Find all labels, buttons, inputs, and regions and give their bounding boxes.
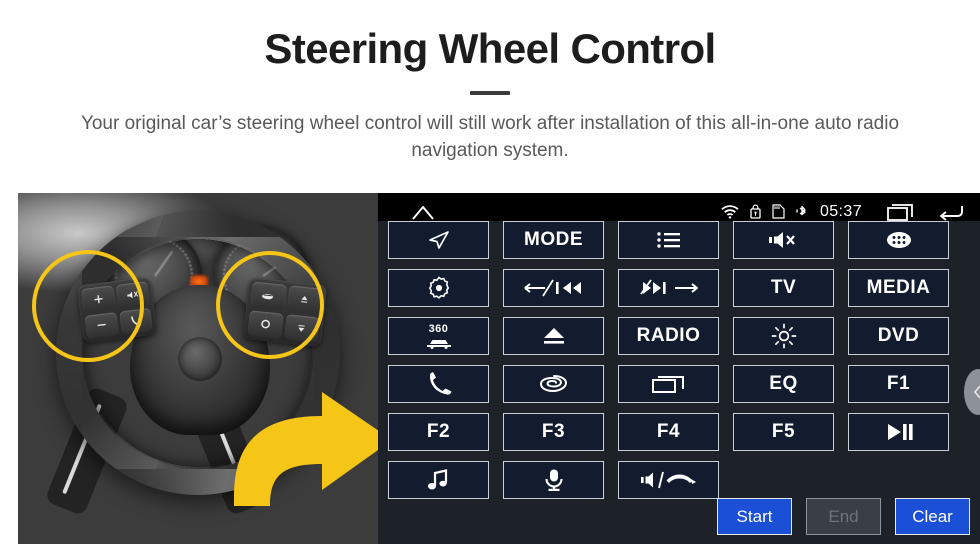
steering-wheel-photo <box>18 193 378 544</box>
airbag-center <box>178 337 222 381</box>
title-divider <box>470 91 510 96</box>
header: Steering Wheel Control Your original car… <box>0 0 980 165</box>
page-subtitle: Your original car’s steering wheel contr… <box>80 113 900 162</box>
clear-button[interactable]: Clear <box>895 498 970 535</box>
swirl-button[interactable] <box>503 365 604 403</box>
pointer-arrow <box>226 378 378 508</box>
end-button: End <box>806 498 881 535</box>
tv-button[interactable]: TV <box>733 269 834 307</box>
page-title: Steering Wheel Control <box>264 25 716 72</box>
phone-button[interactable] <box>388 365 489 403</box>
list-button[interactable] <box>618 221 719 259</box>
back-icon[interactable] <box>938 203 964 221</box>
left-controls-highlight <box>32 250 144 362</box>
lock-icon <box>750 204 761 219</box>
f3-button[interactable]: F3 <box>503 413 604 451</box>
next-track-button[interactable] <box>618 269 719 307</box>
camera-360-button[interactable]: 360 <box>388 317 489 355</box>
content-row: 05:37 MODE TV MEDIA 360 RADIO DVD EQ F1 … <box>0 193 980 544</box>
window-button[interactable] <box>618 365 719 403</box>
f5-button[interactable]: F5 <box>733 413 834 451</box>
key-row: EQ F1 <box>388 365 970 403</box>
play-pause-button[interactable] <box>848 413 949 451</box>
key-row: MODE <box>388 221 970 259</box>
head-unit-screen: 05:37 MODE TV MEDIA 360 RADIO DVD EQ F1 … <box>378 193 980 544</box>
brightness-button[interactable] <box>733 317 834 355</box>
previous-track-button[interactable] <box>503 269 604 307</box>
right-controls-highlight <box>216 251 324 359</box>
media-button[interactable]: MEDIA <box>848 269 949 307</box>
settings-button[interactable] <box>388 269 489 307</box>
radio-button[interactable]: RADIO <box>618 317 719 355</box>
start-button[interactable]: Start <box>717 498 792 535</box>
home-icon[interactable] <box>410 203 436 221</box>
key-row: TV MEDIA <box>388 269 970 307</box>
volume-hangup-button[interactable] <box>618 461 719 499</box>
key-learning-grid: MODE TV MEDIA 360 RADIO DVD EQ F1 F2 F3 … <box>378 221 980 535</box>
music-button[interactable] <box>388 461 489 499</box>
camera-360-label: 360 <box>428 322 449 335</box>
microphone-button[interactable] <box>503 461 604 499</box>
mode-button[interactable]: MODE <box>503 221 604 259</box>
f1-button[interactable]: F1 <box>848 365 949 403</box>
sd-card-icon <box>772 204 785 219</box>
eject-button[interactable] <box>503 317 604 355</box>
eq-button[interactable]: EQ <box>733 365 834 403</box>
bluetooth-icon <box>796 204 809 219</box>
dvd-button[interactable]: DVD <box>848 317 949 355</box>
action-bar: Start End Clear <box>378 495 980 544</box>
apps-button[interactable] <box>848 221 949 259</box>
page-root: Steering Wheel Control Your original car… <box>0 0 980 544</box>
f2-button[interactable]: F2 <box>388 413 489 451</box>
key-row: 360 RADIO DVD <box>388 317 970 355</box>
recents-icon[interactable] <box>887 203 915 221</box>
clock-time: 05:37 <box>819 202 862 220</box>
f4-button[interactable]: F4 <box>618 413 719 451</box>
mute-button[interactable] <box>733 221 834 259</box>
navigation-button[interactable] <box>388 221 489 259</box>
key-row: F2 F3 F4 F5 <box>388 413 970 451</box>
status-icons: 05:37 <box>721 203 964 221</box>
key-row <box>388 461 970 499</box>
wifi-icon <box>721 204 739 219</box>
